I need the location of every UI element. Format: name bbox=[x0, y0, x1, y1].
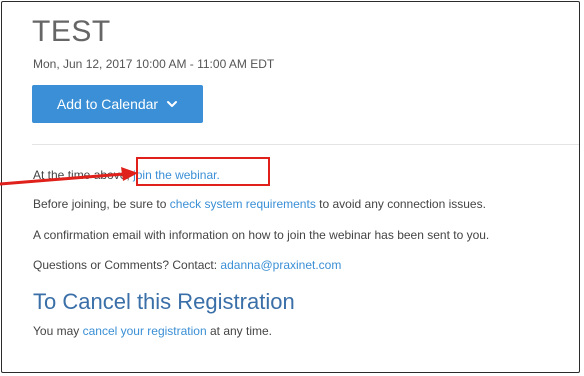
contact-prefix: Questions or Comments? Contact: bbox=[33, 258, 221, 272]
cancel-prefix: You may bbox=[33, 324, 83, 338]
system-requirements-prefix: Before joining, be sure to bbox=[33, 197, 170, 211]
cancel-registration-heading: To Cancel this Registration bbox=[33, 289, 295, 314]
join-instruction: At the time above, join the webinar. bbox=[33, 167, 220, 183]
confirmation-email-note: A confirmation email with information on… bbox=[33, 228, 490, 242]
section-divider bbox=[32, 144, 579, 145]
registration-confirmation-panel: TEST Mon, Jun 12, 2017 10:00 AM - 11:00 … bbox=[1, 1, 580, 373]
cancel-registration-link[interactable]: cancel your registration bbox=[83, 324, 207, 338]
join-instruction-prefix: At the time above, bbox=[33, 168, 134, 182]
contact-email-link[interactable]: adanna@praxinet.com bbox=[220, 258, 341, 272]
check-system-requirements-link[interactable]: check system requirements bbox=[170, 197, 316, 211]
cancel-suffix: at any time. bbox=[206, 324, 273, 338]
join-webinar-link[interactable]: join the webinar. bbox=[133, 168, 220, 182]
add-to-calendar-button[interactable]: Add to Calendar bbox=[32, 85, 203, 123]
cancel-registration-note: You may cancel your registration at any … bbox=[33, 323, 272, 339]
chevron-down-icon bbox=[166, 98, 178, 110]
add-to-calendar-label: Add to Calendar bbox=[56, 96, 159, 112]
contact-line: Questions or Comments? Contact: adanna@p… bbox=[33, 257, 341, 273]
event-datetime: Mon, Jun 12, 2017 10:00 AM - 11:00 AM ED… bbox=[33, 57, 275, 71]
system-requirements-suffix: to avoid any connection issues. bbox=[315, 197, 486, 211]
system-requirements-note: Before joining, be sure to check system … bbox=[33, 196, 486, 212]
event-title: TEST bbox=[32, 15, 111, 48]
